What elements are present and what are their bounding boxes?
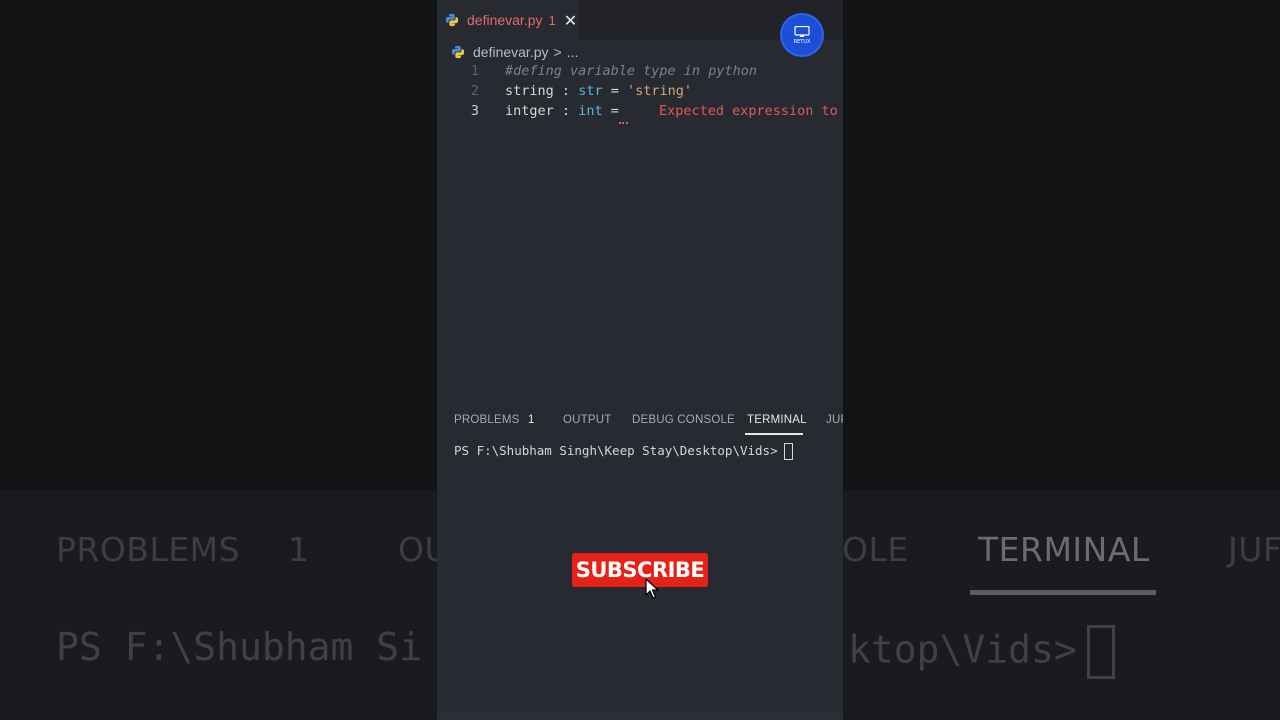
tab-jupyter[interactable]: JUPYTER: [826, 414, 843, 426]
subscribe-label: SUBSCRIBE: [575, 558, 705, 582]
equals: =: [610, 83, 619, 99]
breadcrumb: definevar.py > ...: [451, 43, 578, 61]
channel-logo: RETUX: [782, 15, 822, 55]
breadcrumb-more[interactable]: ...: [567, 44, 579, 60]
equals: =: [610, 103, 619, 119]
colon: :: [561, 103, 571, 119]
breadcrumb-separator: >: [553, 44, 562, 60]
tab-problems[interactable]: PROBLEMS: [454, 414, 520, 426]
tab-output[interactable]: OUTPUT: [563, 414, 611, 426]
status-strip: [437, 712, 843, 720]
type-annotation: int: [578, 103, 603, 119]
line-number: 2: [470, 83, 479, 99]
error-squiggle: [619, 118, 628, 124]
python-file-icon: [445, 13, 459, 27]
line-number: 1: [470, 63, 479, 79]
code-editor[interactable]: 1 #defing variable type in python 2 stri…: [437, 63, 843, 124]
string-literal: 'string': [627, 83, 693, 99]
monitor-icon: [794, 25, 810, 37]
tab-debug-console[interactable]: DEBUG CONSOLE: [632, 414, 735, 426]
colon: :: [561, 83, 571, 99]
panel-tab-bar: PROBLEMS 1 OUTPUT DEBUG CONSOLE TERMINAL…: [437, 408, 843, 436]
background-tab-underline: [970, 590, 1156, 595]
code-line: 1 #defing variable type in python: [437, 63, 843, 83]
line-number: 3: [470, 103, 479, 119]
type-annotation: str: [578, 83, 603, 99]
background-cursor: [1086, 625, 1115, 679]
tab-terminal[interactable]: TERMINAL: [747, 414, 807, 426]
breadcrumb-file[interactable]: definevar.py: [473, 44, 549, 60]
background-prompt-right-text: ktop\Vids>: [848, 627, 1077, 672]
active-tab-underline: [745, 433, 803, 435]
background-tab-problems: PROBLEMS: [56, 530, 241, 569]
background-tab-terminal: TERMINAL: [978, 530, 1150, 569]
inline-error-message: Expected expression to: [659, 103, 838, 119]
background-tab-jupyter: JUF: [1228, 530, 1280, 569]
subscribe-button[interactable]: SUBSCRIBE: [572, 553, 708, 587]
python-file-icon: [451, 45, 465, 59]
terminal-output[interactable]: PS F:\Shubham Singh\Keep Stay\Desktop\Vi…: [454, 443, 793, 460]
background-prompt-left: PS F:\Shubham Si: [56, 625, 423, 669]
variable-name: string: [505, 83, 554, 99]
problems-badge: 1: [528, 414, 535, 426]
editor-window: definevar.py 1 ✕ definevar.py > ... RETU…: [437, 0, 843, 720]
variable-name: intger: [505, 103, 554, 119]
terminal-prompt: PS F:\Shubham Singh\Keep Stay\Desktop\Vi…: [454, 443, 778, 458]
tab-problem-count: 1: [548, 12, 556, 28]
code-line-current: 3 intger : int = Expected expression to: [437, 103, 843, 124]
code-line: 2 string : str = 'string': [437, 83, 843, 103]
background-prompt-right: ktop\Vids>: [848, 625, 1115, 679]
mouse-pointer-icon: [645, 578, 659, 599]
code-text: string : str = 'string': [505, 83, 692, 99]
channel-logo-text: RETUX: [793, 38, 811, 45]
tab-definevar[interactable]: definevar.py 1 ✕: [437, 0, 579, 40]
close-icon[interactable]: ✕: [564, 11, 577, 30]
background-tab-debug: OLE: [842, 530, 909, 569]
background-tab-badge: 1: [288, 530, 310, 569]
code-text: intger : int =: [505, 103, 619, 119]
terminal-cursor: [783, 443, 793, 460]
code-comment: #defing variable type in python: [505, 63, 757, 79]
tab-filename: definevar.py: [467, 12, 543, 28]
